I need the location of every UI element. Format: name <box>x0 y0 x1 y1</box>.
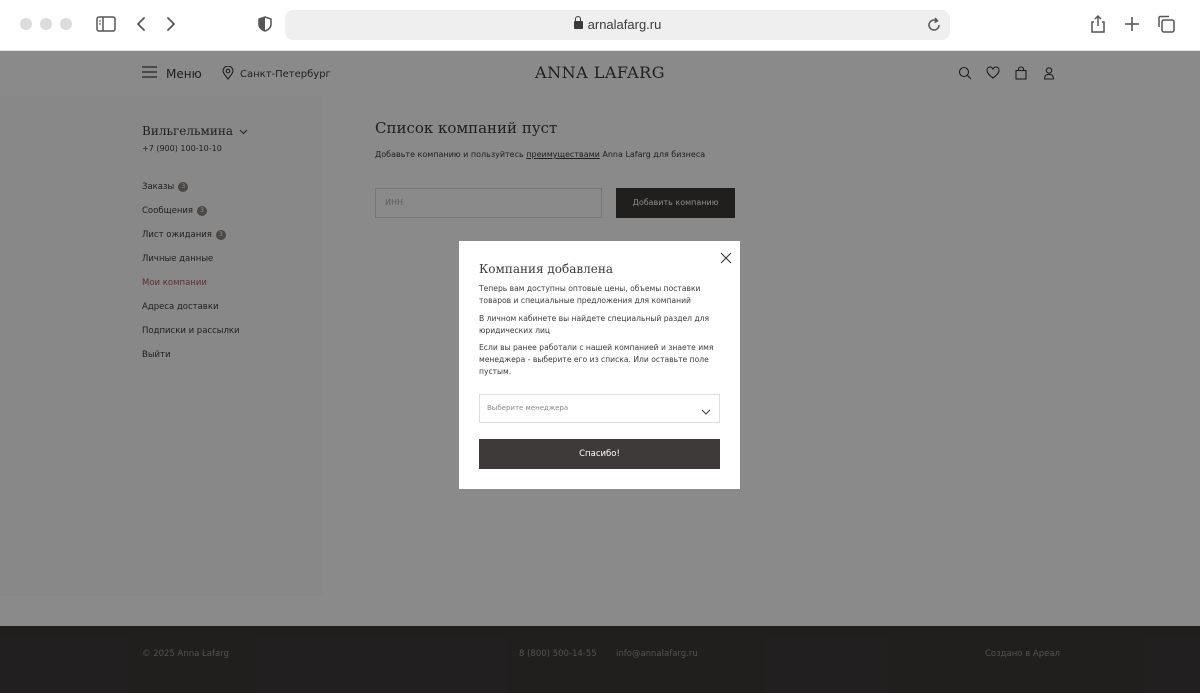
modal-text-cabinet: В личном кабинете вы найдете специальный… <box>479 314 710 335</box>
url-text: arnalafarg.ru <box>587 17 662 32</box>
select-placeholder: Выберите менеджера <box>487 404 569 412</box>
window-zoom-dot[interactable] <box>60 18 72 30</box>
back-arrow-icon[interactable] <box>130 13 152 35</box>
company-added-modal: Компания добавлена Теперь вам доступны о… <box>459 241 740 489</box>
modal-text-benefits: Теперь вам доступны оптовые цены, объемы… <box>479 284 701 305</box>
thanks-button[interactable]: Спасибо! <box>479 439 720 469</box>
tabs-overview-icon[interactable] <box>1155 13 1177 35</box>
window-minimize-dot[interactable] <box>40 18 52 30</box>
sidebar-toggle-icon[interactable] <box>95 13 117 35</box>
forward-arrow-icon[interactable] <box>160 13 182 35</box>
window-close-dot[interactable] <box>20 18 32 30</box>
shield-icon[interactable] <box>254 13 276 35</box>
share-icon[interactable] <box>1087 13 1109 35</box>
address-bar[interactable]: arnalafarg.ru <box>285 10 950 40</box>
chevron-down-icon <box>700 403 712 415</box>
new-tab-plus-icon[interactable] <box>1121 13 1143 35</box>
browser-toolbar: arnalafarg.ru <box>0 0 1200 51</box>
modal-title: Компания добавлена <box>479 262 614 276</box>
lock-icon <box>573 16 583 29</box>
manager-select[interactable]: Выберите менеджера <box>479 394 720 423</box>
reload-icon[interactable] <box>923 14 945 36</box>
modal-text-manager: Если вы ранее работали с нашей компанией… <box>479 343 714 376</box>
close-icon[interactable] <box>720 249 732 264</box>
